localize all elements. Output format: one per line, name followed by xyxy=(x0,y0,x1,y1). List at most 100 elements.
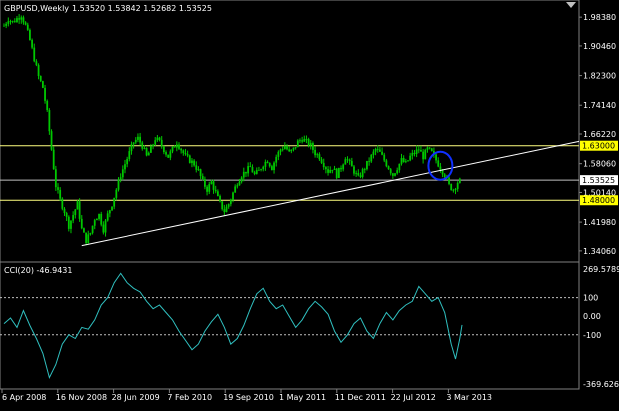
candle-body xyxy=(46,100,49,111)
candle-body xyxy=(154,140,157,145)
candle-body xyxy=(288,149,291,152)
candle-body xyxy=(204,179,206,187)
candle-body xyxy=(245,171,247,174)
price-axis: 1.98380 1.90460 1.82300 1.74140 1.66220 1.580… xyxy=(579,13,618,256)
candle-body xyxy=(275,156,278,163)
candle-body xyxy=(16,18,18,23)
cci-tick-label: 100 xyxy=(583,294,598,303)
candle-body xyxy=(409,155,412,161)
candle-body xyxy=(115,189,118,198)
candle-body xyxy=(67,216,70,229)
candle-body xyxy=(191,160,193,163)
candle-body xyxy=(80,218,83,229)
candle-body xyxy=(59,189,62,199)
date-tick-label: 19 Sep 2010 xyxy=(223,393,274,402)
price-tick-label: 1.82300 xyxy=(583,72,616,81)
candle-body xyxy=(150,146,152,153)
candle-body xyxy=(305,138,308,140)
candle-body xyxy=(54,169,57,188)
candle-body xyxy=(420,150,422,152)
candle-body xyxy=(102,224,105,233)
price-tick-label: 1.58060 xyxy=(583,160,616,169)
candle-body xyxy=(128,151,131,159)
candle-body xyxy=(186,154,189,156)
candle-body xyxy=(141,142,144,149)
candle-body xyxy=(39,76,42,82)
chart-canvas[interactable]: GBPUSD,Weekly 1.53520 1.53842 1.52682 1.… xyxy=(0,0,619,407)
candle-body xyxy=(232,192,234,200)
level-tag-label: 1.48000 xyxy=(582,196,615,205)
trendline[interactable] xyxy=(81,140,580,247)
candle-body xyxy=(277,151,280,157)
price-tick-label: 1.90460 xyxy=(583,42,616,51)
candle-body xyxy=(396,170,399,174)
candle-body xyxy=(132,142,135,145)
candle-body xyxy=(340,167,342,170)
horizontal-levels xyxy=(0,145,579,201)
candle-body xyxy=(361,169,364,177)
candle-body xyxy=(44,87,46,101)
candle-body xyxy=(318,154,321,160)
candle-body xyxy=(3,25,5,27)
candle-body xyxy=(376,148,379,150)
candle-body xyxy=(435,154,437,161)
candle-body xyxy=(104,220,107,233)
cci-line-group xyxy=(3,272,463,380)
candle-body xyxy=(353,166,355,174)
candle-body xyxy=(320,159,323,163)
candle-body xyxy=(262,166,265,170)
candle-body xyxy=(139,136,142,143)
price-tick-label: 1.34060 xyxy=(583,247,616,256)
date-tick-label: 1 May 2011 xyxy=(279,393,326,402)
date-tick-label: 22 Jul 2012 xyxy=(391,393,436,402)
candle-body xyxy=(48,110,51,132)
candle-body xyxy=(255,170,258,174)
candle-body xyxy=(160,139,163,147)
candle-body xyxy=(26,24,29,30)
candle-body xyxy=(37,65,40,77)
candle-body xyxy=(450,183,453,190)
cci-title: CCI(20) -46.9431 xyxy=(4,266,72,275)
candle-body xyxy=(182,150,185,154)
candle-body xyxy=(324,167,327,170)
candle-body xyxy=(294,147,297,148)
candle-body xyxy=(452,189,455,191)
candle-body xyxy=(156,137,159,141)
candle-body xyxy=(415,149,418,154)
price-tick-label: 1.66220 xyxy=(583,130,616,139)
candle-body xyxy=(223,209,226,213)
candle-body xyxy=(201,176,204,180)
candle-body xyxy=(11,20,14,22)
candle-body xyxy=(342,164,345,170)
candle-body xyxy=(152,144,154,147)
trendline-group[interactable] xyxy=(81,140,580,247)
candle-body xyxy=(221,201,224,210)
candle-body xyxy=(242,171,245,178)
candle-body xyxy=(346,159,349,161)
candle-body xyxy=(407,160,409,162)
date-tick-label: 3 Mar 2013 xyxy=(446,393,492,402)
candle-body xyxy=(411,152,414,156)
price-tick-label: 1.41980 xyxy=(583,218,616,227)
candle-body xyxy=(167,154,170,158)
candle-body xyxy=(381,151,383,155)
cci-tick-label: 0.00 xyxy=(583,312,601,321)
candle-body xyxy=(18,18,21,20)
candle-body xyxy=(366,160,368,170)
candle-body xyxy=(281,149,284,150)
candle-body xyxy=(268,162,271,167)
date-axis: 6 Apr 2008 16 Nov 2008 28 Jun 2009 7 Feb 20… xyxy=(1,389,492,402)
candle-body xyxy=(85,232,87,243)
candle-body xyxy=(398,163,401,171)
candle-body xyxy=(35,61,38,66)
candle-body xyxy=(134,139,137,143)
candle-body xyxy=(400,158,403,164)
chart-shift-icon[interactable] xyxy=(566,2,576,8)
candle-body xyxy=(253,172,256,174)
candle-body xyxy=(95,218,98,221)
price-tick-label: 1.74140 xyxy=(583,101,616,110)
price-tick-label: 1.98380 xyxy=(583,13,616,22)
candle-body xyxy=(229,199,232,205)
candle-body xyxy=(199,169,202,177)
candle-body xyxy=(57,187,59,190)
